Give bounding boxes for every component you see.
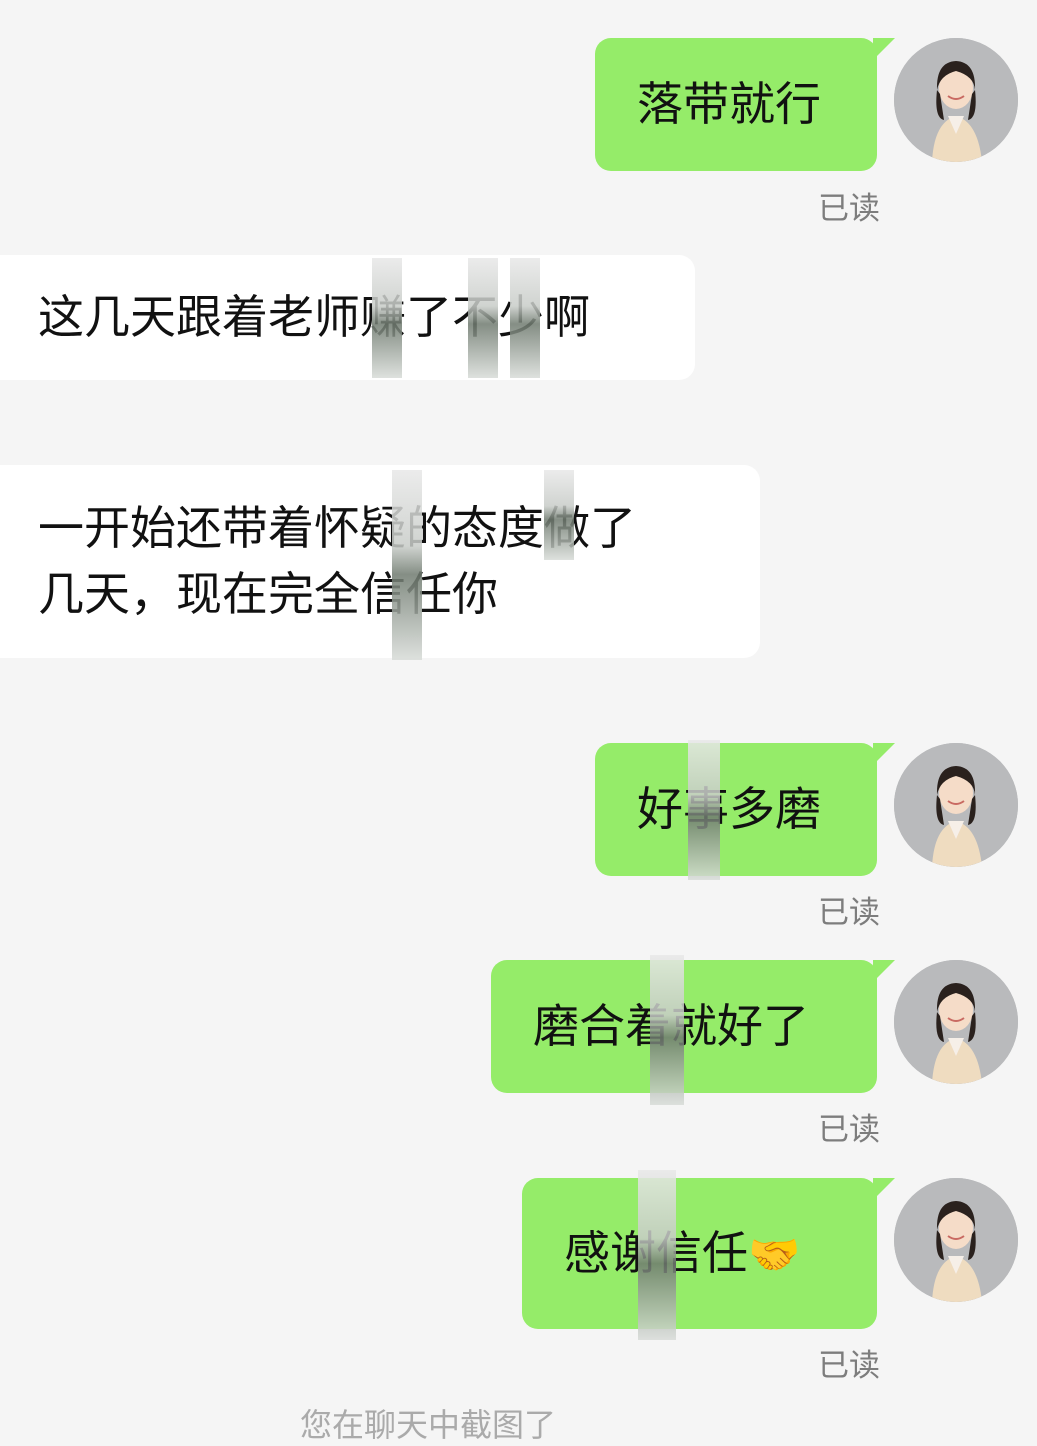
avatar-image <box>894 38 1018 162</box>
avatar[interactable] <box>894 1178 1018 1302</box>
redaction-mosaic <box>510 258 540 378</box>
message-text: 好事多磨 <box>637 782 821 836</box>
bubble-tail <box>873 1178 895 1200</box>
message-bubble-outgoing[interactable]: 好事多磨 <box>595 743 877 876</box>
avatar-image <box>894 960 1018 1084</box>
redaction-mosaic <box>544 470 574 560</box>
read-receipt: 已读 <box>818 1348 880 1384</box>
message-bubble-incoming[interactable]: 一开始还带着怀疑的态度做了 几天，现在完全信任你 <box>0 465 760 658</box>
avatar[interactable] <box>894 960 1018 1084</box>
read-receipt: 已读 <box>818 1112 880 1148</box>
message-bubble-outgoing[interactable]: 磨合着就好了 <box>491 960 877 1093</box>
redaction-mosaic <box>688 740 720 880</box>
read-receipt: 已读 <box>818 895 880 931</box>
redaction-mosaic <box>392 470 422 660</box>
redaction-mosaic <box>372 258 402 378</box>
avatar[interactable] <box>894 38 1018 162</box>
avatar-image <box>894 743 1018 867</box>
bubble-tail <box>873 960 895 982</box>
read-receipt: 已读 <box>818 191 880 227</box>
message-text: 落带就行 <box>637 77 821 131</box>
redaction-mosaic <box>638 1170 676 1340</box>
message-bubble-outgoing[interactable]: 落带就行 <box>595 38 877 171</box>
redaction-mosaic <box>650 955 684 1105</box>
message-bubble-outgoing[interactable]: 感谢信任🤝 <box>522 1178 877 1329</box>
avatar-image <box>894 1178 1018 1302</box>
message-bubble-incoming[interactable]: 这几天跟着老师赚了不少啊 <box>0 255 695 380</box>
redaction-mosaic <box>468 258 498 378</box>
bubble-tail <box>873 38 895 60</box>
handshake-emoji: 🤝 <box>748 1230 801 1279</box>
system-hint: 您在聊天中截图了 <box>300 1406 557 1444</box>
bubble-tail <box>873 743 895 765</box>
avatar[interactable] <box>894 743 1018 867</box>
message-text: 这几天跟着老师赚了不少啊 <box>38 290 590 344</box>
